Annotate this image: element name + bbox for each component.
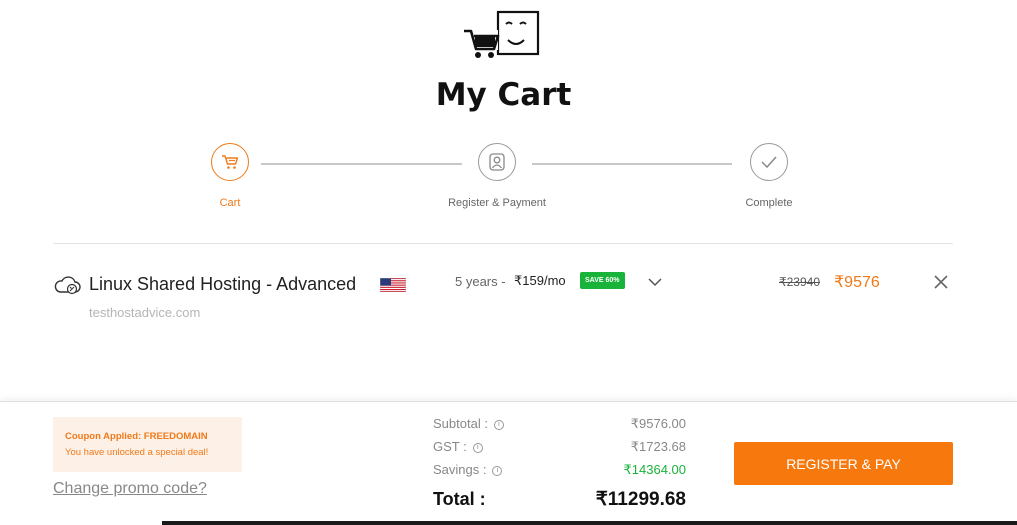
page-title: My Cart (435, 77, 572, 113)
step-label: Cart (219, 197, 241, 209)
step-cart[interactable]: Cart (150, 143, 310, 209)
total-label: Total : (433, 489, 486, 509)
checkout-stepper: Cart Register & Payment Complete (0, 143, 1017, 213)
price-per-month: ₹159/mo (514, 273, 566, 288)
domain-name: testhostadvice.com (89, 305, 201, 320)
info-icon[interactable]: i (493, 419, 504, 430)
register-pay-button[interactable]: REGISTER & PAY (734, 442, 953, 485)
coupon-deal-text: You have unlocked a special deal! (65, 447, 209, 458)
gst-value: ₹1723.68 (630, 439, 686, 454)
savings-row: Savings : i (433, 462, 503, 477)
divider (53, 243, 953, 244)
window-edge (162, 521, 1017, 525)
savings-label: Savings : (433, 462, 487, 477)
old-price: ₹23940 (779, 275, 821, 289)
close-icon[interactable] (933, 274, 949, 290)
term-text: 5 years - (455, 274, 506, 289)
us-flag-icon (380, 278, 406, 292)
subtotal-row: Subtotal : i (433, 416, 504, 431)
step-complete[interactable]: Complete (689, 143, 849, 209)
change-promo-link[interactable]: Change promo code? (53, 480, 207, 498)
step-label: Register & Payment (448, 197, 546, 209)
subtotal-value: ₹9576.00 (630, 416, 686, 431)
product-name: Linux Shared Hosting - Advanced (89, 274, 357, 294)
coupon-notice: Coupon Applied: FREEDOMAIN You have unlo… (53, 417, 242, 472)
save-badge: SAVE 60% (580, 272, 625, 289)
cart-item: Linux Shared Hosting - Advanced testhost… (53, 268, 953, 328)
chevron-down-icon[interactable] (647, 275, 663, 289)
cart-icon (222, 155, 239, 169)
info-icon[interactable]: i (472, 442, 483, 453)
savings-value: ₹14364.00 (623, 462, 687, 477)
cart-smile-icon (464, 10, 540, 58)
check-icon (761, 156, 777, 169)
coupon-applied-text: Coupon Applied: FREEDOMAIN (65, 431, 208, 442)
step-register-payment[interactable]: Register & Payment (417, 143, 577, 209)
gst-row: GST : i (433, 439, 483, 454)
total-value: ₹11299.68 (595, 489, 686, 510)
new-price: ₹9576 (834, 274, 880, 291)
subtotal-label: Subtotal : (433, 416, 488, 431)
step-label: Complete (745, 197, 793, 209)
gst-label: GST : (433, 439, 467, 454)
checkout-summary-bar: Coupon Applied: FREEDOMAIN You have unlo… (0, 401, 1017, 525)
user-icon (489, 153, 505, 171)
info-icon[interactable]: i (492, 465, 503, 476)
cloud-icon (54, 276, 81, 295)
